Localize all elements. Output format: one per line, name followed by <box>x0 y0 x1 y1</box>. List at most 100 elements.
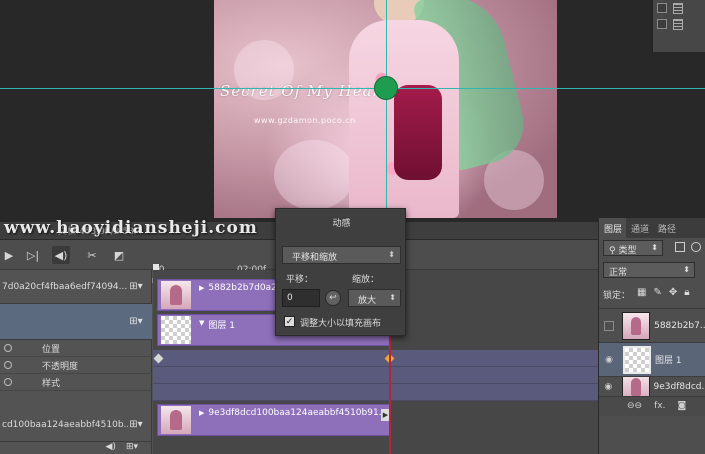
chevron-updown-icon: ⬍ <box>683 265 690 274</box>
stopwatch-icon[interactable] <box>4 344 12 352</box>
opacity-keyframe-row[interactable] <box>153 367 598 384</box>
lock-paint-icon[interactable]: ✎ <box>653 287 661 298</box>
chevron-updown-icon: ⬍ <box>388 250 395 259</box>
motion-effect-value: 平移和缩放 <box>292 253 338 263</box>
lock-all-icon[interactable]: 🔒︎ <box>684 287 689 298</box>
resize-to-fill-checkbox[interactable]: ✓ <box>284 316 295 327</box>
motion-effect-select[interactable]: 平移和缩放 ⬍ <box>282 246 401 264</box>
eye-icon[interactable]: ◉ <box>599 355 619 365</box>
lock-position-icon[interactable]: ✥ <box>669 287 677 298</box>
blend-mode-value: 正常 <box>609 268 628 278</box>
layer-name: 9e3df8dcd... <box>653 381 705 392</box>
filmstrip-icon[interactable]: ⊞▾ <box>128 281 144 293</box>
photo-bokeh <box>274 140 354 210</box>
visibility-off-icon <box>603 320 614 331</box>
layer-filter-select[interactable]: ⚲ 类型 ⬍ <box>603 240 663 256</box>
track-property-row[interactable]: 样式 <box>0 374 152 391</box>
step-forward-icon[interactable]: ▷| <box>24 246 42 264</box>
horizontal-guide[interactable] <box>0 88 705 89</box>
popup-title: 动感 <box>332 219 351 229</box>
stopwatch-icon[interactable] <box>4 361 12 369</box>
visibility-checkbox[interactable] <box>657 3 667 13</box>
adjustment-filter-icon[interactable] <box>691 242 701 252</box>
layer-thumbnail <box>623 345 651 374</box>
filmstrip-icon[interactable]: ⊞▾ <box>128 316 144 328</box>
stopwatch-icon[interactable] <box>4 378 12 386</box>
pan-angle-input[interactable]: 0 <box>282 289 320 307</box>
resize-to-fill-label: 调整大小以填充画布 <box>300 319 382 329</box>
audio-track-icon[interactable]: ◀) <box>106 442 116 452</box>
layer-thumbnail <box>621 377 650 396</box>
lock-label: 锁定： <box>603 291 631 301</box>
clip-label: 9e3df8dcd100baa124aeabbf4510b91... <box>208 408 388 418</box>
expand-arrow-icon[interactable]: ▼ <box>199 319 204 327</box>
track-name: cd100baa124aeabbf4510b... <box>2 419 128 430</box>
angle-dial-icon[interactable]: ↩ <box>325 290 341 306</box>
expand-arrow-icon[interactable]: ▶ <box>199 409 204 417</box>
track-header-layer[interactable]: ⊞▾ <box>0 304 152 340</box>
track-property-row[interactable]: 位置 <box>0 340 152 357</box>
video-clip[interactable]: ▶ 9e3df8dcd100baa124aeabbf4510b91... ▶ <box>157 404 391 436</box>
vertical-guide[interactable] <box>386 0 387 218</box>
mini-layer-panel <box>652 0 705 52</box>
clip-label: 5882b2b7d0a20 <box>208 283 283 293</box>
expand-arrow-icon[interactable]: ▶ <box>199 284 204 292</box>
filmstrip-icon[interactable]: ⊞▾ <box>128 419 144 431</box>
tab-channels[interactable]: 通道 <box>626 218 653 238</box>
image-filter-icon[interactable] <box>675 242 685 252</box>
zoom-select[interactable]: 放大 ⬍ <box>348 289 401 307</box>
clip-label: 图层 1 <box>208 321 235 331</box>
transition-icon[interactable]: ◩ <box>110 246 128 264</box>
layer-name: 5882b2b7... <box>654 320 705 331</box>
layer-row-selected[interactable]: ◉ 图层 1 <box>599 342 705 376</box>
layers-footer: ⊖⊖ fx. ◙ <box>599 396 705 416</box>
pan-label: 平移： <box>286 275 314 285</box>
eye-icon[interactable]: ◉ <box>599 382 618 392</box>
scissors-icon[interactable]: ✂ <box>83 246 101 264</box>
audio-icon[interactable]: ◀) <box>52 246 70 264</box>
fx-button[interactable]: fx. <box>654 401 665 416</box>
lock-icons: ▦ ✎ ✥ 🔒︎ <box>637 287 690 298</box>
property-label: 不透明度 <box>42 361 79 372</box>
video-clip[interactable]: ▶ 5882b2b7d0a20 <box>157 279 290 311</box>
link-icon[interactable]: ⊖⊖ <box>627 401 642 416</box>
play-icon[interactable]: ▶ <box>0 246 18 264</box>
photo-watermark-url: www.gzdamon.poco.cn <box>254 116 356 125</box>
style-keyframe-row[interactable] <box>153 384 598 401</box>
tab-paths[interactable]: 路径 <box>653 218 680 238</box>
clip-thumbnail <box>161 406 191 434</box>
layer-filter-icons <box>675 242 701 252</box>
mini-panel-row[interactable] <box>657 16 705 32</box>
layer-thumbnail <box>622 311 651 340</box>
position-keyframe-row[interactable] <box>153 350 598 367</box>
track-name: 7d0a20cf4fbaa6edf74094... <box>2 281 128 292</box>
property-label: 位置 <box>42 344 61 355</box>
track-header-layer[interactable]: cd100baa124aeabbf4510b... ⊞▾ <box>0 408 152 442</box>
chevron-updown-icon: ⬍ <box>389 293 396 302</box>
layer-row[interactable]: ◉ 9e3df8dcd... <box>599 376 705 396</box>
blend-mode-select[interactable]: 正常 ⬍ <box>603 262 695 278</box>
track-headers: 7d0a20cf4fbaa6edf74094... ⊞▾ ⊞▾ 位置 不透明度 … <box>0 270 152 454</box>
chevron-updown-icon: ⬍ <box>651 243 658 252</box>
motion-popup: 动感 平移和缩放 ⬍ 平移： 缩放： 0 ↩ 放大 ⬍ ✓ 调整大小以填充画布 <box>275 208 406 336</box>
add-track-icon[interactable]: ⊞▾ <box>126 442 138 452</box>
pan-zoom-anchor-point[interactable] <box>374 76 398 100</box>
layer-row[interactable]: 5882b2b7... <box>599 308 705 342</box>
mini-panel-row[interactable] <box>657 0 705 16</box>
track-property-row[interactable]: 不透明度 <box>0 357 152 374</box>
clip-thumbnail <box>161 316 191 344</box>
layers-panel: 图层 通道 路径 ⚲ 类型 ⬍ 正常 ⬍ 锁定： ▦ ✎ ✥ 🔒︎ 5882b2… <box>598 218 705 454</box>
zoom-value: 放大 <box>358 296 377 306</box>
document-icon <box>673 2 683 14</box>
track-header-layer[interactable]: 7d0a20cf4fbaa6edf74094... ⊞▾ <box>0 270 152 304</box>
visibility-checkbox[interactable] <box>657 19 667 29</box>
mask-icon[interactable]: ◙ <box>677 401 686 416</box>
clip-thumbnail <box>161 281 191 309</box>
tab-layers[interactable]: 图层 <box>599 218 627 238</box>
document-canvas-area: Secret Of My Heart www.gzdamon.poco.cn <box>0 0 705 222</box>
layer-name: 图层 1 <box>655 356 682 366</box>
lock-transparent-icon[interactable]: ▦ <box>637 287 646 298</box>
site-watermark: www.haoyidiansheji.com <box>4 218 258 238</box>
visibility-toggle[interactable] <box>599 320 618 331</box>
track-footer-icons: ◀) ⊞▾ <box>0 440 152 454</box>
